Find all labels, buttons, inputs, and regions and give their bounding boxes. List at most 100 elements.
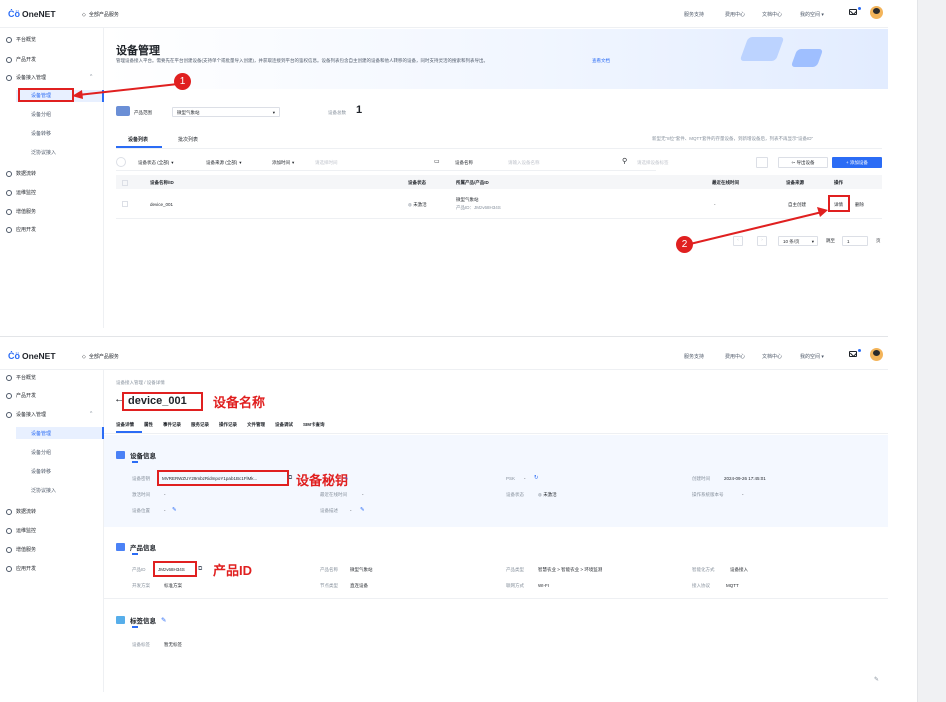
sidebar-item-device-group[interactable]: 设备分组 <box>31 449 51 456</box>
tab-debug[interactable]: 设备调试 <box>275 422 293 428</box>
sidebar-item-overview[interactable]: 平台概览 <box>6 36 36 43</box>
row-product-id: 产品ID：JMzv68H34S <box>456 205 501 210</box>
edit-icon[interactable]: ✎ <box>345 476 349 481</box>
sidebar-item-device-transfer[interactable]: 设备转移 <box>31 130 51 137</box>
brand-logo-2[interactable]: Ċö OneNET <box>8 351 56 361</box>
goto-input[interactable]: 1 <box>842 236 868 246</box>
sidebar-item-app-dev[interactable]: 应用开发 <box>6 226 36 233</box>
flow-icon <box>6 170 12 177</box>
tab-services[interactable]: 服务记录 <box>191 422 209 428</box>
time-input[interactable]: 请选择时间 <box>315 160 338 166</box>
sidebar-item-monitor[interactable]: 运维监控 <box>6 527 36 534</box>
protocol-label: 接入协议 <box>692 583 710 588</box>
brand-logo[interactable]: Ċö OneNET <box>8 9 56 19</box>
nav-billing[interactable]: 费用中心 <box>725 11 745 18</box>
row-device-name[interactable]: device_001 <box>150 202 173 207</box>
sidebar-item-protocol[interactable]: 泛协议接入 <box>31 487 56 494</box>
name-search-input[interactable]: 请输入设备名称 <box>508 160 540 166</box>
edit-desc-icon[interactable]: ✎ <box>360 507 365 513</box>
nav-docs-2[interactable]: 文档中心 <box>762 353 782 360</box>
tab-files[interactable]: 文件管理 <box>247 422 265 428</box>
name-filter-label[interactable]: 设备名称 <box>455 160 473 166</box>
nav-support[interactable]: 服务支持 <box>684 11 704 18</box>
nav-my-space[interactable]: 我的空间 ▾ <box>800 11 824 18</box>
sidebar-item-device-access[interactable]: 设备接入管理 <box>6 411 46 418</box>
tab-events[interactable]: 事件记录 <box>163 422 181 428</box>
nav-support-2[interactable]: 服务支持 <box>684 353 704 360</box>
avatar[interactable] <box>870 348 883 361</box>
nav-billing-2[interactable]: 费用中心 <box>725 353 745 360</box>
tag-select[interactable]: 请选择设备标签 <box>637 160 669 166</box>
goto-label: 跳至 <box>826 238 835 243</box>
created-label: 创建时间 <box>692 476 710 481</box>
highlight-device-key <box>157 470 289 486</box>
doc-link[interactable]: 查看文档 <box>592 58 610 64</box>
mail-icon[interactable] <box>849 9 857 15</box>
copy-icon[interactable]: ⧉ <box>198 566 202 573</box>
product-scope-select[interactable]: 微型气象站 ▾ <box>172 107 280 117</box>
desc-value: - <box>350 508 352 513</box>
tab-device-list[interactable]: 设备列表 <box>128 136 148 143</box>
delete-link[interactable]: 删除 <box>855 202 864 208</box>
tab-device-detail[interactable]: 设备详情 <box>116 422 134 428</box>
export-button[interactable]: ⇦ 导出设备 <box>778 157 828 168</box>
chevron-up-icon: ^ <box>90 411 93 417</box>
select-all-checkbox[interactable] <box>122 180 128 186</box>
all-services-menu[interactable]: ◇ 全部产品服务 <box>82 11 119 19</box>
source-filter[interactable]: 设备来源 (全部) ▾ <box>206 160 242 166</box>
avatar[interactable] <box>870 6 883 19</box>
refresh-icon[interactable] <box>116 157 126 167</box>
sidebar-2: 平台概览 产品开发 设备接入管理 ^ 设备管理 设备分组 设备转移 泛协议接入 … <box>0 370 104 692</box>
add-time-filter[interactable]: 添加时间 ▾ <box>272 160 294 166</box>
sidebar-item-overview[interactable]: 平台概览 <box>6 374 36 381</box>
sidebar-item-device-manage[interactable]: 设备管理 <box>31 430 51 437</box>
chevron-down-icon: ▾ <box>239 160 242 165</box>
sidebar-item-value-added[interactable]: 增值服务 <box>6 546 36 553</box>
nav-docs[interactable]: 文档中心 <box>762 11 782 18</box>
columns-button[interactable] <box>756 157 768 168</box>
sidebar-item-product[interactable]: 产品开发 <box>6 56 36 63</box>
sidebar-item-app-dev[interactable]: 应用开发 <box>6 565 36 572</box>
sidebar-item-value-added[interactable]: 增值服务 <box>6 208 36 215</box>
edit-tag-icon[interactable]: ✎ <box>161 616 166 624</box>
sidebar-item-device-access[interactable]: 设备接入管理 <box>6 74 46 81</box>
dashboard-icon <box>6 36 12 43</box>
row-checkbox[interactable] <box>122 201 128 207</box>
copy-icon[interactable]: ⧉ <box>288 475 292 482</box>
search-icon[interactable]: ⚲ <box>622 157 627 165</box>
add-device-button[interactable]: + 添加设备 <box>832 157 882 168</box>
sidebar-item-dataflow[interactable]: 数据流转 <box>6 508 36 515</box>
sidebar-item-monitor[interactable]: 运维监控 <box>6 189 36 196</box>
sidebar-item-device-group[interactable]: 设备分组 <box>31 111 51 118</box>
prev-page-button[interactable]: ‹ <box>733 236 743 246</box>
edit-location-icon[interactable]: ✎ <box>172 507 177 513</box>
tag-info-header: 标签信息 ✎ <box>116 615 166 625</box>
tab-property[interactable]: 属性 <box>144 422 153 428</box>
sidebar-item-protocol[interactable]: 泛协议接入 <box>31 149 56 156</box>
highlight-product-id <box>153 561 197 577</box>
calendar-icon[interactable]: ▭ <box>434 158 440 165</box>
mail-icon[interactable] <box>849 351 857 357</box>
sidebar-item-dataflow[interactable]: 数据流转 <box>6 170 36 177</box>
page-size-select[interactable]: 10 条/页 ▾ <box>778 236 818 246</box>
status-filter[interactable]: 设备状态 (全部) ▾ <box>138 160 174 166</box>
browser-scrollbar[interactable] <box>917 0 946 702</box>
sidebar-item-product[interactable]: 产品开发 <box>6 392 36 399</box>
device-info-icon <box>116 451 125 459</box>
tab-sim[interactable]: SIM卡查询 <box>303 422 325 428</box>
breadcrumb-item[interactable]: 设备接入管理 <box>116 380 143 385</box>
desc-label: 设备描述 <box>320 508 338 513</box>
tab-operations[interactable]: 操作记录 <box>219 422 237 428</box>
section-underline <box>132 553 138 555</box>
feedback-icon[interactable]: ✎ <box>874 676 879 683</box>
sidebar-item-device-transfer[interactable]: 设备转移 <box>31 468 51 475</box>
all-services-menu-2[interactable]: ◇ 全部产品服务 <box>82 353 119 361</box>
device-detail-screen: Ċö OneNET ◇ 全部产品服务 服务支持 费用中心 文档中心 我的空间 ▾ 平… <box>0 342 888 692</box>
nav-my-space-2[interactable]: 我的空间 ▾ <box>800 353 824 360</box>
tab-batch-list[interactable]: 批次列表 <box>178 136 198 143</box>
product-name-link[interactable]: 微型气象站 <box>350 567 373 573</box>
next-page-button[interactable]: › <box>757 236 767 246</box>
col-product: 所属产品/产品ID <box>456 180 489 185</box>
refresh-psk-icon[interactable]: ↻ <box>534 475 539 481</box>
page-title: 设备管理 <box>116 45 160 57</box>
